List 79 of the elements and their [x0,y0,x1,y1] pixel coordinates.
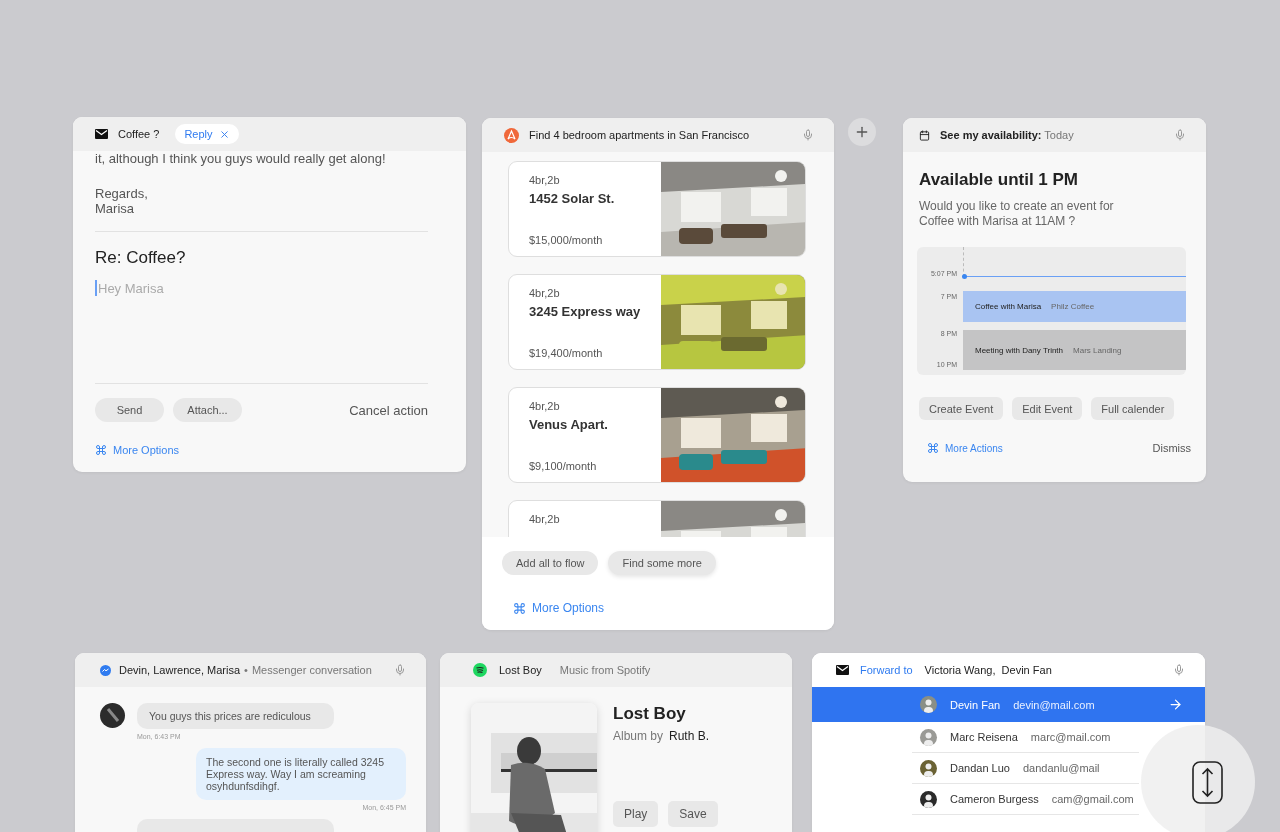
microphone-icon[interactable] [1174,129,1186,141]
music-source: Music from Spotify [559,664,651,676]
more-options-link[interactable]: More Options [95,444,428,456]
contact-row[interactable]: Devin Fan devin@mail.com [812,687,1205,722]
contact-row[interactable]: Dandan Luo dandanlu@mail [912,753,1139,784]
album-title: Lost Boy [613,704,687,724]
artist-name: Ruth B. [669,729,710,743]
microphone-icon[interactable] [802,129,814,141]
calendar-event[interactable]: Coffee with Marisa Philz Coffee [963,291,1186,322]
action-button[interactable]: Save [668,801,718,827]
listing-rooms: 4br,2b [529,400,561,412]
search-query: Find 4 bedroom apartments in San Francisco [529,129,750,141]
arrow-right-icon [1168,697,1183,712]
email-signature: Regards, Marisa [95,186,149,216]
app-logo-icon [504,127,519,143]
reply-chip[interactable]: Reply [175,124,239,144]
listing-price: $19,400/month [529,347,604,359]
reply-title: Re: Coffee? [95,248,187,268]
action-button[interactable]: Attach... [173,398,242,422]
email-text: it, although I think you guys would really get along! [95,151,387,166]
mail-icon [95,129,108,139]
calendar-event[interactable]: Meeting with Dany Trinth Mars Landing [963,330,1186,370]
command-icon [513,601,526,615]
plus-icon [854,124,870,140]
action-button[interactable]: Find some more [608,551,716,575]
calendar-icon [919,129,930,141]
add-button[interactable] [848,118,876,146]
listing-rooms: 4br,2b [529,174,561,186]
recipients: Victoria Wang, Devin Fan [924,664,1052,676]
close-icon[interactable] [218,128,230,140]
dismiss-button[interactable]: Dismiss [1152,442,1191,454]
avatar [920,728,937,746]
command-icon [927,442,939,454]
listing-card[interactable]: 4br,2b 1452 Solar St. $15,000/month [508,161,806,257]
action-button[interactable]: Full calender [1091,397,1175,420]
listing-rooms: 4br,2b [529,287,561,299]
more-actions-link[interactable]: More Actions [927,442,1003,454]
microphone-icon[interactable] [1173,664,1185,676]
contact-row[interactable]: Cameron Burgess cam@gmail.com [912,784,1139,815]
avatar [920,790,937,808]
cancel-button[interactable]: Cancel action [349,402,428,418]
listing-price: $15,000/month [529,234,604,246]
event-question: Would you like to create an event for Coffee with Marisa at 11AM ? [919,199,1115,229]
avatar [920,759,937,777]
microphone-icon[interactable] [394,664,406,676]
reply-field[interactable]: Hey Marisa [95,280,298,296]
message-bubble: The second one is literally called 3245 Express way. Way I am screaming osyhdunfsdihgf. [196,748,406,800]
listing-rooms: 4br,2b [529,513,561,525]
listing-card[interactable]: 4br,2b Venus Apart. $9,100/month [508,387,806,483]
availability-heading: Available until 1 PM [919,170,1080,190]
music-app-icon [473,663,487,677]
avatar [920,696,937,713]
listing-card[interactable]: 4br,2b [508,500,806,537]
conversation-source: Messenger conversation [251,664,372,676]
more-options-link[interactable]: More Options [513,601,834,615]
action-button[interactable]: Edit Event [1012,397,1083,420]
album-label: Album by [613,729,664,743]
message-bubble: You guys this prices are rediculous [137,703,334,729]
contact-row[interactable]: Marc Reisena marc@mail.com [912,722,1139,753]
separator: • [244,664,248,676]
listing-title: 1452 Solar St. [529,191,616,206]
forward-label: Forward to [860,664,913,676]
listing-card[interactable]: 4br,2b 3245 Express way $19,400/month [508,274,806,370]
avatar [100,703,125,728]
action-button[interactable]: Add all to flow [502,551,599,575]
current-time-dot [962,274,967,279]
action-button[interactable]: Create Event [919,397,1004,420]
messenger-icon [100,664,111,676]
command-icon [95,444,107,456]
track-name: Lost Boy [499,664,542,676]
listing-title: Venus Apart. [529,417,609,432]
mail-icon [836,665,849,675]
action-button[interactable]: Send [95,398,164,422]
email-subject: Coffee ? [118,128,160,140]
action-button[interactable]: Play [613,801,659,827]
participants: Devin, Lawrence, Marisa [119,664,241,676]
availability-query: See my availability: Today [940,129,1074,141]
listing-title: 3245 Express way [529,304,642,319]
listing-price: $9,100/month [529,460,598,472]
